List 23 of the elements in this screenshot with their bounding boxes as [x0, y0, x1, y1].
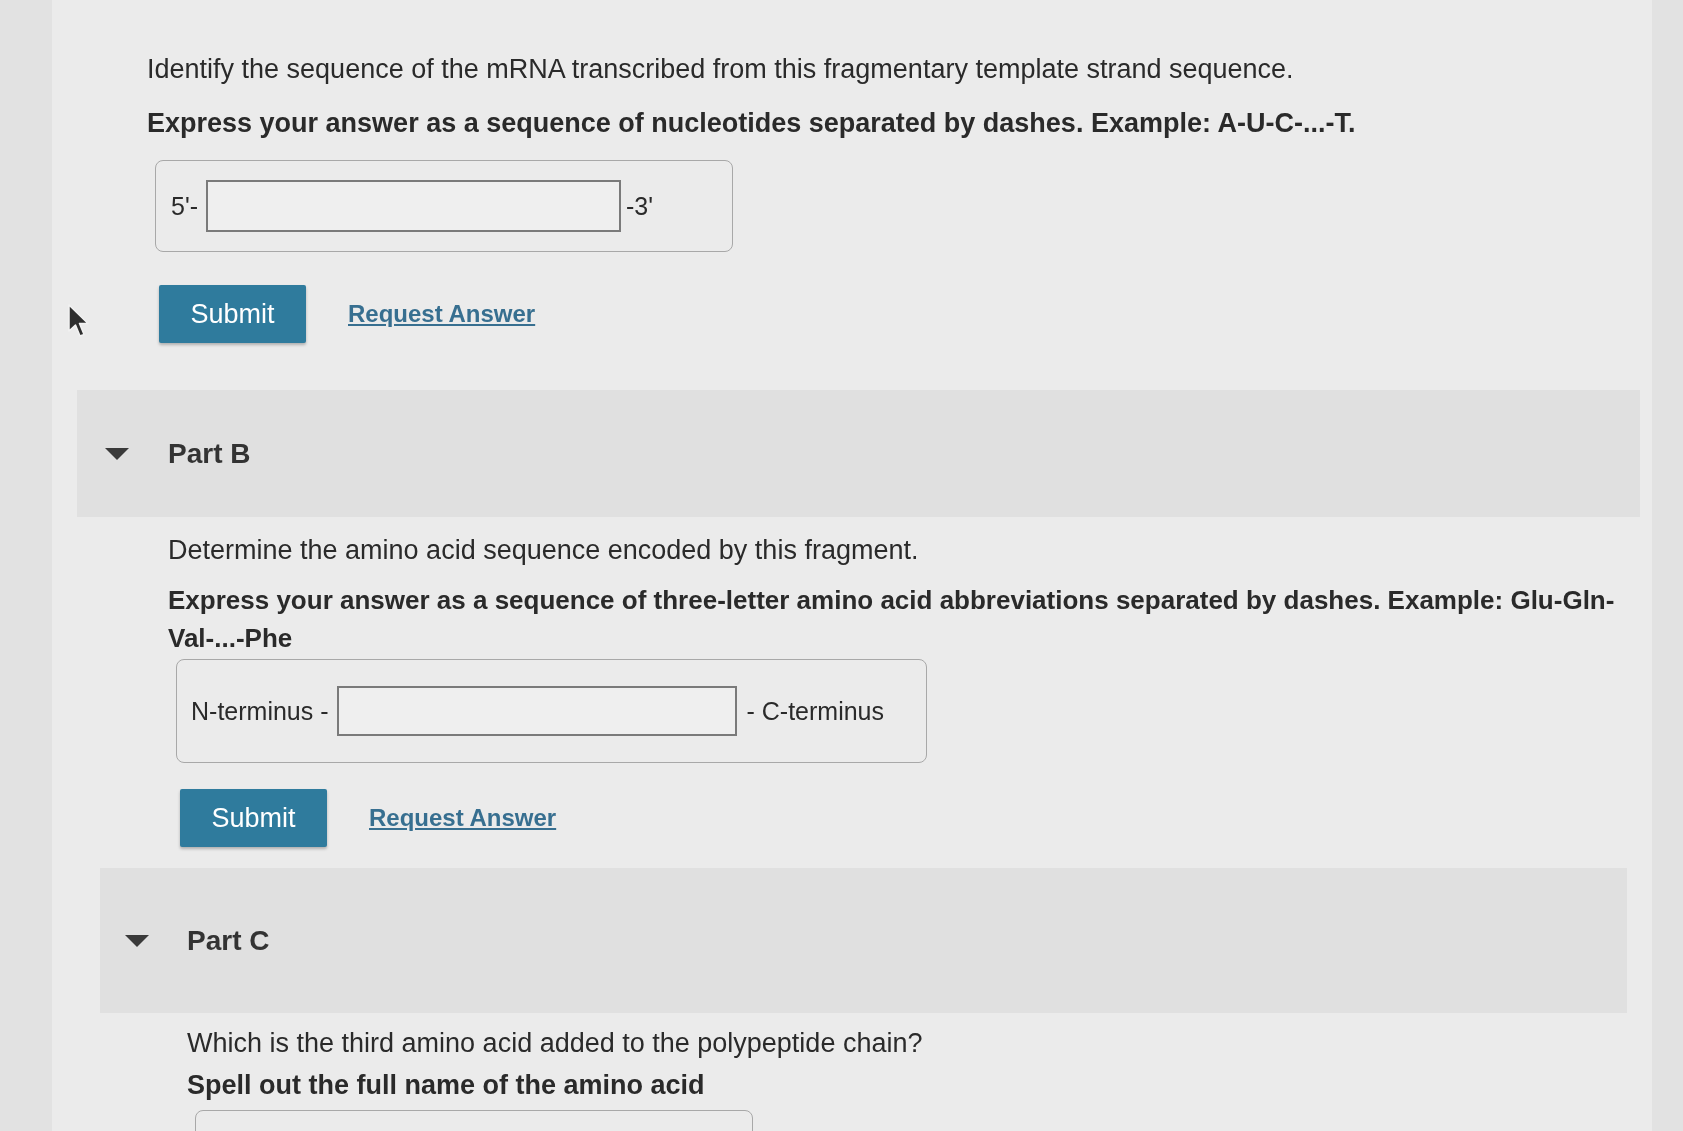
- prefix-label: 5'-: [171, 191, 198, 221]
- caret-icon[interactable]: [105, 447, 129, 460]
- question-text: Which is the third amino acid added to the polypeptide chain?: [187, 1027, 924, 1060]
- caret-icon[interactable]: [125, 934, 149, 947]
- part-header[interactable]: Part B: [77, 390, 1640, 517]
- question-text: Identify the sequence of the mRNA transcribed from this fragmentary template strand sequence.: [147, 53, 1295, 86]
- submit-button[interactable]: Submit: [159, 285, 306, 343]
- mouse-pointer-icon: [68, 304, 90, 338]
- request-answer-link[interactable]: Request Answer: [369, 804, 557, 832]
- suffix-label: - C-terminus: [746, 696, 885, 726]
- answer-field[interactable]: [336, 686, 737, 736]
- instruction-text: Express your answer as a sequence of nucleotides separated by dashes. Example: A-U-C-...-T.: [147, 107, 1357, 140]
- prefix-label: N-terminus -: [191, 696, 329, 726]
- question-text: Determine the amino acid sequence encoded by this fragment.: [168, 534, 920, 567]
- part-header[interactable]: Part C: [100, 868, 1627, 1013]
- suffix-label: -3': [626, 191, 654, 221]
- instruction-text: Express your answer as a sequence of three-letter amino acid abbreviations separated by dashes. Example: Glu-Gln-Val-...-Phe: [168, 584, 1616, 655]
- part-title: Part C: [187, 924, 270, 957]
- request-answer-link[interactable]: Request Answer: [348, 300, 536, 328]
- answer-field[interactable]: [206, 180, 621, 232]
- submit-button[interactable]: Submit: [180, 789, 327, 847]
- part-title: Part B: [168, 437, 251, 470]
- instruction-text: Spell out the full name of the amino acid: [187, 1069, 706, 1102]
